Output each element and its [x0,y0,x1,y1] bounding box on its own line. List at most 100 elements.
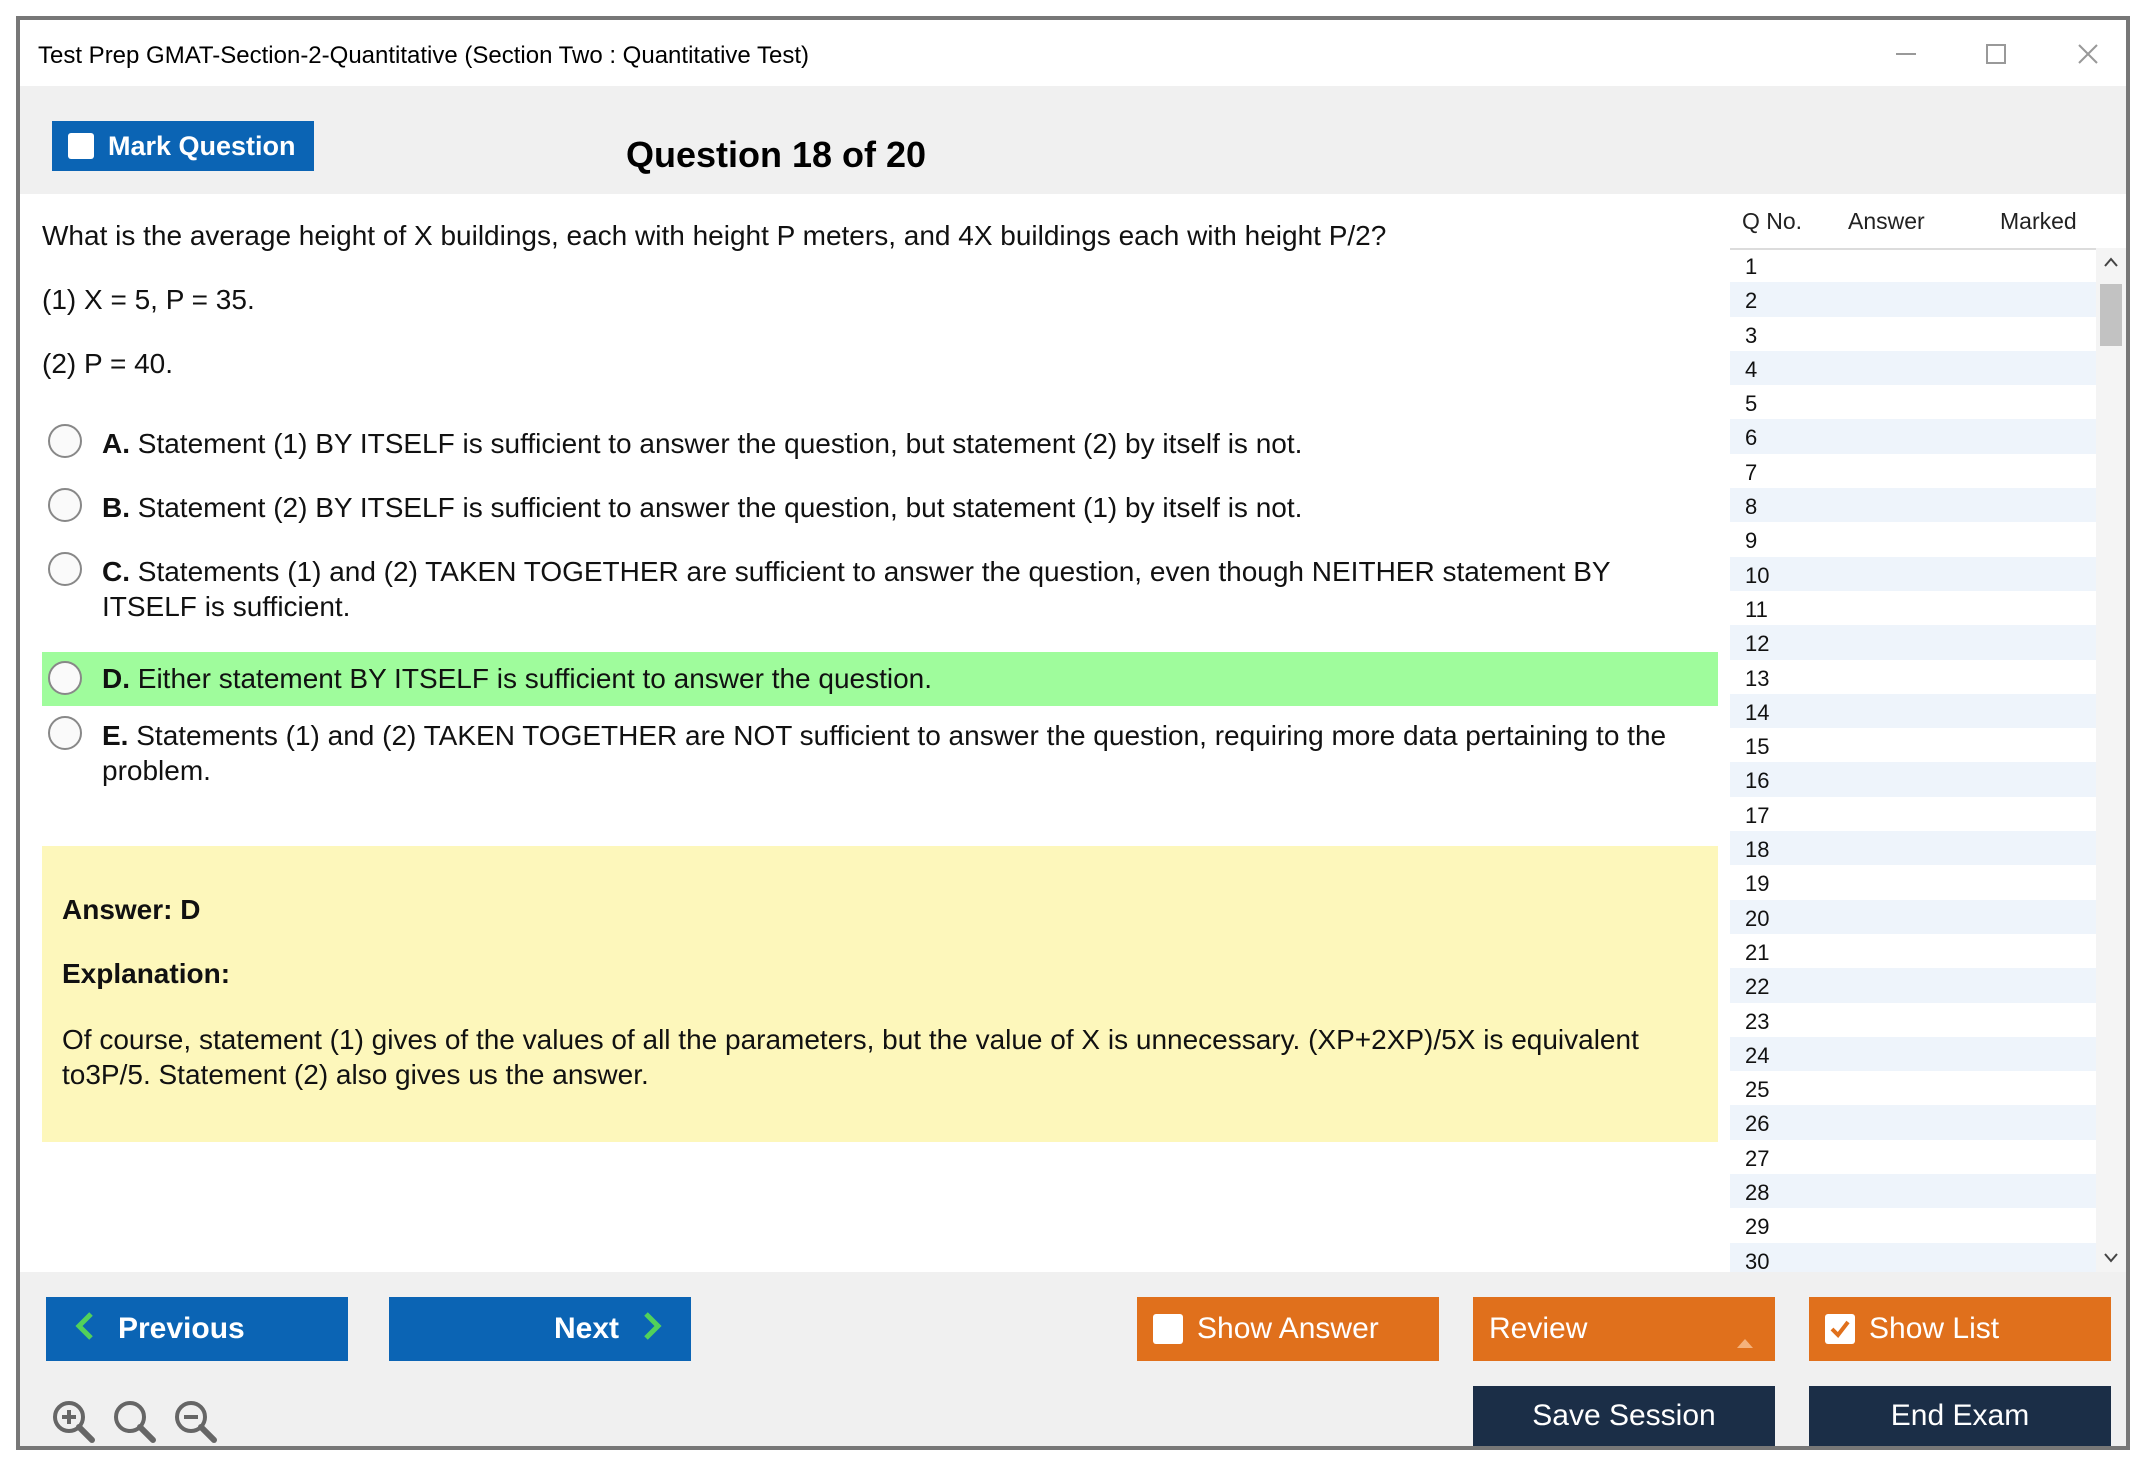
scrollbar-thumb[interactable] [2100,284,2122,346]
question-list-row[interactable]: 24 [1730,1036,2096,1072]
option-b[interactable]: B. Statement (2) BY ITSELF is sufficient… [42,486,1718,530]
radio-button[interactable] [48,552,82,586]
question-list-row[interactable]: 14 [1730,693,2096,729]
question-list: 1 2 3 4 5 6 7 8 9 10 11 12 13 14 15 16 17 18 19 20 21 22 23 24 2… [1730,248,2096,1272]
chevron-down-icon[interactable] [2096,1244,2126,1272]
app-window: Test Prep GMAT-Section-2-Quantitative (S… [16,16,2130,1450]
question-number: 20 [1745,905,1770,931]
question-list-row[interactable]: 4 [1730,350,2096,386]
zoom-reset-icon[interactable] [111,1398,157,1444]
option-text: Statement (1) BY ITSELF is sufficient to… [137,428,1303,459]
question-list-row[interactable]: 18 [1730,831,2096,866]
question-list-row[interactable]: 25 [1730,1071,2096,1105]
column-header-qno[interactable]: Q No. [1742,208,1802,235]
column-header-marked[interactable]: Marked [2000,208,2077,235]
checkbox-checked-icon [1825,1314,1855,1344]
question-list-row[interactable]: 16 [1730,762,2096,797]
radio-button[interactable] [48,424,82,458]
column-header-answer[interactable]: Answer [1848,208,1925,235]
option-text: Statements (1) and (2) TAKEN TOGETHER ar… [102,720,1667,786]
question-list-row[interactable]: 30 [1730,1242,2096,1272]
review-dropdown[interactable]: Review [1473,1297,1775,1361]
option-a[interactable]: A. Statement (1) BY ITSELF is sufficient… [42,422,1718,466]
show-answer-label: Show Answer [1197,1312,1379,1345]
question-number: 19 [1745,871,1770,897]
question-list-row[interactable]: 5 [1730,385,2096,419]
question-number: 25 [1745,1077,1770,1103]
option-text: Statement (2) BY ITSELF is sufficient to… [137,492,1303,523]
question-list-row[interactable]: 28 [1730,1174,2096,1209]
question-list-row[interactable]: 29 [1730,1208,2096,1242]
question-number: 18 [1745,837,1770,863]
chevron-left-icon [74,1308,96,1350]
question-list-row[interactable]: 11 [1730,591,2096,625]
radio-button[interactable] [48,716,82,750]
question-list-row[interactable]: 21 [1730,934,2096,968]
question-number: 6 [1745,425,1758,451]
question-counter: Question 18 of 20 [625,134,927,175]
question-list-row[interactable]: 7 [1730,454,2096,488]
answer-line: Answer: D [62,894,201,925]
question-list-row[interactable]: 17 [1730,797,2096,831]
radio-button[interactable] [48,661,82,695]
next-button[interactable]: Next [389,1297,691,1361]
question-list-row[interactable]: 26 [1730,1105,2096,1140]
radio-button[interactable] [48,488,82,522]
question-list-row[interactable]: 20 [1730,899,2096,934]
option-c[interactable]: C. Statements (1) and (2) TAKEN TOGETHER… [42,550,1718,626]
question-number: 23 [1745,1008,1770,1034]
chevron-up-icon[interactable] [2096,248,2126,276]
question-number: 5 [1745,391,1758,417]
question-list-row[interactable]: 15 [1730,728,2096,762]
show-answer-button[interactable]: Show Answer [1137,1297,1439,1361]
option-d[interactable]: D. Either statement BY ITSELF is suffici… [42,652,1718,706]
question-list-row[interactable]: 9 [1730,522,2096,556]
question-number: 12 [1745,631,1770,657]
maximize-icon[interactable] [1976,34,2016,74]
option-text: Statements (1) and (2) TAKEN TOGETHER ar… [102,556,1611,622]
question-list-row[interactable]: 6 [1730,419,2096,454]
next-label: Next [553,1312,619,1345]
explanation-label: Explanation: [62,958,231,989]
question-number: 26 [1745,1111,1770,1137]
question-list-row[interactable]: 13 [1730,660,2096,694]
question-number: 27 [1745,1145,1770,1171]
question-number: 1 [1745,254,1758,279]
question-number: 15 [1745,734,1770,760]
save-session-label: Save Session [1532,1399,1716,1432]
save-session-button[interactable]: Save Session [1473,1386,1775,1446]
question-list-row[interactable]: 22 [1730,968,2096,1003]
question-list-row[interactable]: 19 [1730,865,2096,899]
question-list-row[interactable]: 8 [1730,488,2096,523]
option-letter: B. [102,492,130,523]
question-stem: What is the average height of X building… [42,220,1387,251]
close-icon[interactable] [2068,34,2108,74]
chevron-right-icon [641,1308,663,1350]
previous-button[interactable]: Previous [46,1297,348,1361]
show-list-button[interactable]: Show List [1809,1297,2111,1361]
question-list-scrollbar[interactable] [2096,248,2126,1272]
question-list-panel: Q No. Answer Marked 1 2 3 4 5 6 7 8 9 10 11 12 13 14 1… [1730,194,2126,1272]
question-list-row[interactable]: 3 [1730,317,2096,351]
previous-label: Previous [118,1312,245,1345]
question-number: 21 [1745,939,1770,965]
question-list-row[interactable]: 27 [1730,1140,2096,1174]
option-letter: E. [102,720,129,751]
minimize-icon[interactable] [1886,34,1926,74]
question-list-row[interactable]: 12 [1730,625,2096,660]
end-exam-button[interactable]: End Exam [1809,1386,2111,1446]
question-list-row[interactable]: 1 [1730,248,2096,282]
zoom-in-icon[interactable] [50,1398,96,1444]
zoom-out-icon[interactable] [172,1398,218,1444]
question-list-row[interactable]: 2 [1730,282,2096,317]
question-header: Mark Question Question 18 of 20 [20,86,2126,194]
end-exam-label: End Exam [1890,1399,2030,1432]
option-text: Either statement BY ITSELF is sufficient… [137,663,933,694]
question-list-row[interactable]: 23 [1730,1003,2096,1037]
question-list-row[interactable]: 10 [1730,556,2096,591]
title-bar: Test Prep GMAT-Section-2-Quantitative (S… [20,20,2126,86]
statement-1: (1) X = 5, P = 35. [42,284,255,315]
option-e[interactable]: E. Statements (1) and (2) TAKEN TOGETHER… [42,714,1718,790]
question-list-header: Q No. Answer Marked [1730,194,2126,250]
caret-up-icon [1735,1323,1755,1357]
